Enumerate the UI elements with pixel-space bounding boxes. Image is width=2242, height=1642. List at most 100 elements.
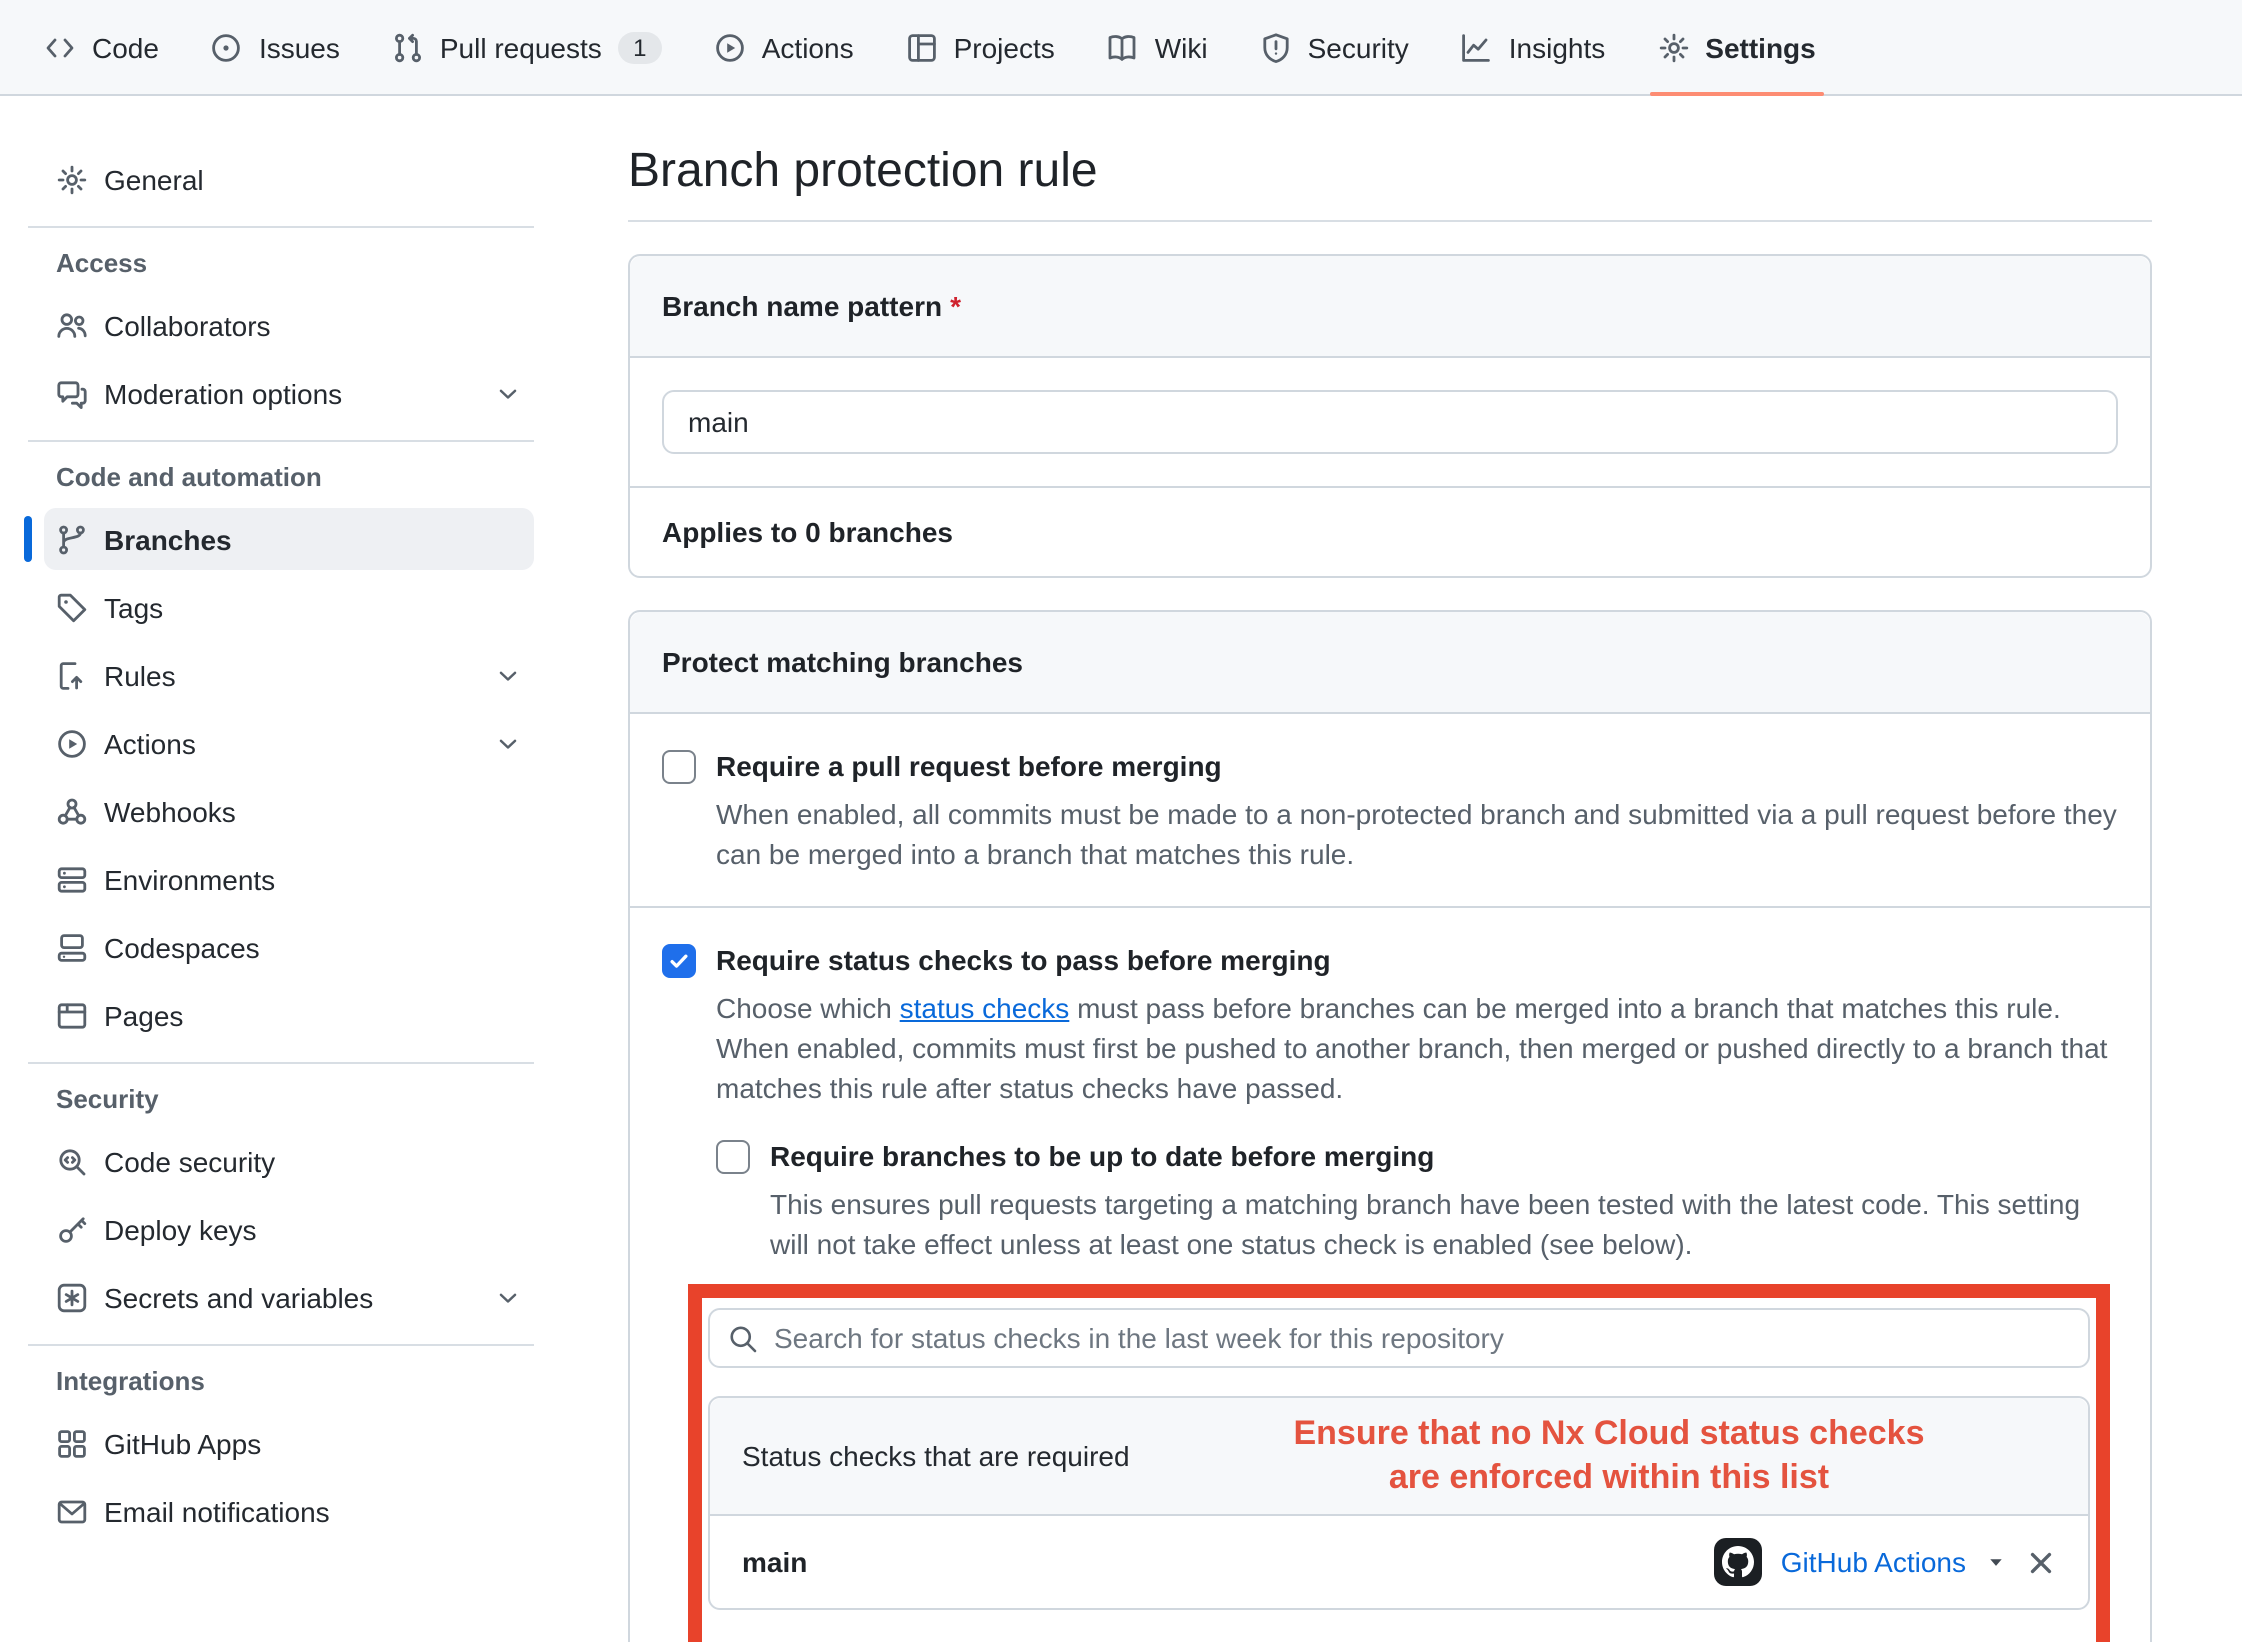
sidebar-item-branches[interactable]: Branches	[44, 508, 534, 570]
sidebar-item-label: Environments	[104, 863, 275, 895]
protect-matching-branches-header: Protect matching branches	[630, 612, 2150, 714]
tab-actions[interactable]: Actions	[698, 0, 870, 94]
status-check-search	[708, 1308, 2090, 1368]
sidebar-item-github-apps[interactable]: GitHub Apps	[44, 1412, 534, 1474]
sidebar-item-label: Tags	[104, 591, 163, 623]
sidebar-item-email-notifications[interactable]: Email notifications	[44, 1480, 534, 1542]
gear-icon	[56, 163, 88, 195]
status-check-name: main	[742, 1546, 807, 1578]
tab-label: Security	[1308, 31, 1409, 63]
issues-icon	[211, 31, 243, 63]
sidebar-divider	[28, 226, 534, 228]
tab-code[interactable]: Code	[28, 0, 175, 94]
tab-wiki[interactable]: Wiki	[1091, 0, 1224, 94]
status-check-search-input[interactable]	[708, 1308, 2090, 1368]
required-status-checks-card: Status checks that are required Ensure t…	[708, 1396, 2090, 1610]
sidebar-item-label: Codespaces	[104, 931, 260, 963]
insights-graph-icon	[1461, 31, 1493, 63]
annotation-line-1: Ensure that no Nx Cloud status checks	[1210, 1412, 2008, 1456]
annotation-line-2: are enforced within this list	[1210, 1456, 2008, 1500]
sidebar-item-secrets-variables[interactable]: Secrets and variables	[44, 1266, 534, 1328]
tab-pull-requests[interactable]: Pull requests 1	[376, 0, 678, 94]
branch-name-pattern-body	[630, 358, 2150, 486]
sidebar-item-label: Deploy keys	[104, 1213, 257, 1245]
require-status-checks-row: Require status checks to pass before mer…	[630, 906, 2150, 1642]
tab-label: Code	[92, 31, 159, 63]
rules-icon	[56, 659, 88, 691]
environments-icon	[56, 863, 88, 895]
sidebar-item-actions[interactable]: Actions	[44, 712, 534, 774]
sidebar-item-collaborators[interactable]: Collaborators	[44, 294, 534, 356]
chevron-down-icon	[494, 379, 522, 407]
require-pull-request-row: Require a pull request before merging Wh…	[630, 714, 2150, 906]
annotation-text: Ensure that no Nx Cloud status checks ar…	[1210, 1412, 2008, 1500]
wiki-icon	[1107, 31, 1139, 63]
tab-label: Projects	[954, 31, 1055, 63]
title-divider	[628, 220, 2152, 222]
sidebar-item-label: Actions	[104, 727, 196, 759]
applies-to-branches-text: Applies to 0 branches	[630, 486, 2150, 576]
tag-icon	[56, 591, 88, 623]
pull-requests-count-badge: 1	[618, 31, 662, 63]
require-up-to-date-label: Require branches to be up to date before…	[770, 1136, 1434, 1176]
branch-name-pattern-label: Branch name pattern	[662, 290, 942, 322]
require-status-checks-label: Require status checks to pass before mer…	[716, 940, 1331, 980]
repo-nav: Code Issues Pull requests 1 Actions Proj…	[0, 0, 2242, 96]
security-shield-icon	[1260, 31, 1292, 63]
require-pull-request-checkbox[interactable]	[662, 750, 696, 784]
tab-label: Wiki	[1155, 31, 1208, 63]
chevron-down-icon	[494, 729, 522, 757]
tab-settings[interactable]: Settings	[1641, 0, 1831, 94]
chevron-down-icon	[494, 661, 522, 689]
sidebar-item-label: GitHub Apps	[104, 1427, 261, 1459]
sidebar-item-pages[interactable]: Pages	[44, 984, 534, 1046]
tab-label: Pull requests	[440, 31, 602, 63]
sidebar-item-label: Email notifications	[104, 1495, 330, 1527]
dropdown-caret-icon[interactable]	[1984, 1550, 2008, 1574]
sidebar-item-tags[interactable]: Tags	[44, 576, 534, 638]
sidebar-item-label: Branches	[104, 523, 232, 555]
tab-label: Settings	[1705, 31, 1815, 63]
sidebar-section-security: Security	[56, 1084, 534, 1114]
status-checks-link[interactable]: status checks	[900, 992, 1070, 1024]
branch-name-pattern-input[interactable]	[662, 390, 2118, 454]
github-actions-link[interactable]: GitHub Actions	[1781, 1546, 1966, 1578]
require-up-to-date-checkbox[interactable]	[716, 1140, 750, 1174]
tab-projects[interactable]: Projects	[890, 0, 1071, 94]
tab-label: Actions	[762, 31, 854, 63]
checkmark-icon	[668, 950, 690, 972]
play-icon	[56, 727, 88, 759]
sidebar-item-rules[interactable]: Rules	[44, 644, 534, 706]
require-status-checks-checkbox[interactable]	[662, 944, 696, 978]
sidebar-item-general[interactable]: General	[44, 148, 534, 210]
sidebar-item-codespaces[interactable]: Codespaces	[44, 916, 534, 978]
sidebar-item-webhooks[interactable]: Webhooks	[44, 780, 534, 842]
sidebar-divider	[28, 440, 534, 442]
github-actions-avatar-icon	[1715, 1538, 1763, 1586]
sidebar-item-environments[interactable]: Environments	[44, 848, 534, 910]
main-content: Branch protection rule Branch name patte…	[628, 96, 2152, 1642]
actions-icon	[714, 31, 746, 63]
protect-matching-branches-card: Protect matching branches Require a pull…	[628, 610, 2152, 1642]
pull-request-icon	[392, 31, 424, 63]
tab-issues[interactable]: Issues	[195, 0, 356, 94]
sidebar-divider	[28, 1344, 534, 1346]
sidebar-item-moderation-options[interactable]: Moderation options	[44, 362, 534, 424]
webhook-icon	[56, 795, 88, 827]
search-icon	[728, 1324, 758, 1354]
settings-sidebar: General Access Collaborators Moderation …	[0, 96, 534, 1548]
github-settings-page: Code Issues Pull requests 1 Actions Proj…	[0, 0, 2242, 1642]
discussion-icon	[56, 377, 88, 409]
remove-check-x-icon[interactable]	[2026, 1547, 2056, 1577]
sidebar-item-code-security[interactable]: Code security	[44, 1130, 534, 1192]
key-icon	[56, 1213, 88, 1245]
tab-security[interactable]: Security	[1244, 0, 1425, 94]
sidebar-item-deploy-keys[interactable]: Deploy keys	[44, 1198, 534, 1260]
sidebar-item-label: Rules	[104, 659, 176, 691]
people-icon	[56, 309, 88, 341]
required-status-checks-title: Status checks that are required	[742, 1440, 1130, 1472]
code-security-icon	[56, 1145, 88, 1177]
status-check-row: main GitHub Actions	[710, 1516, 2088, 1608]
tab-insights[interactable]: Insights	[1445, 0, 1622, 94]
sidebar-section-access: Access	[56, 248, 534, 278]
